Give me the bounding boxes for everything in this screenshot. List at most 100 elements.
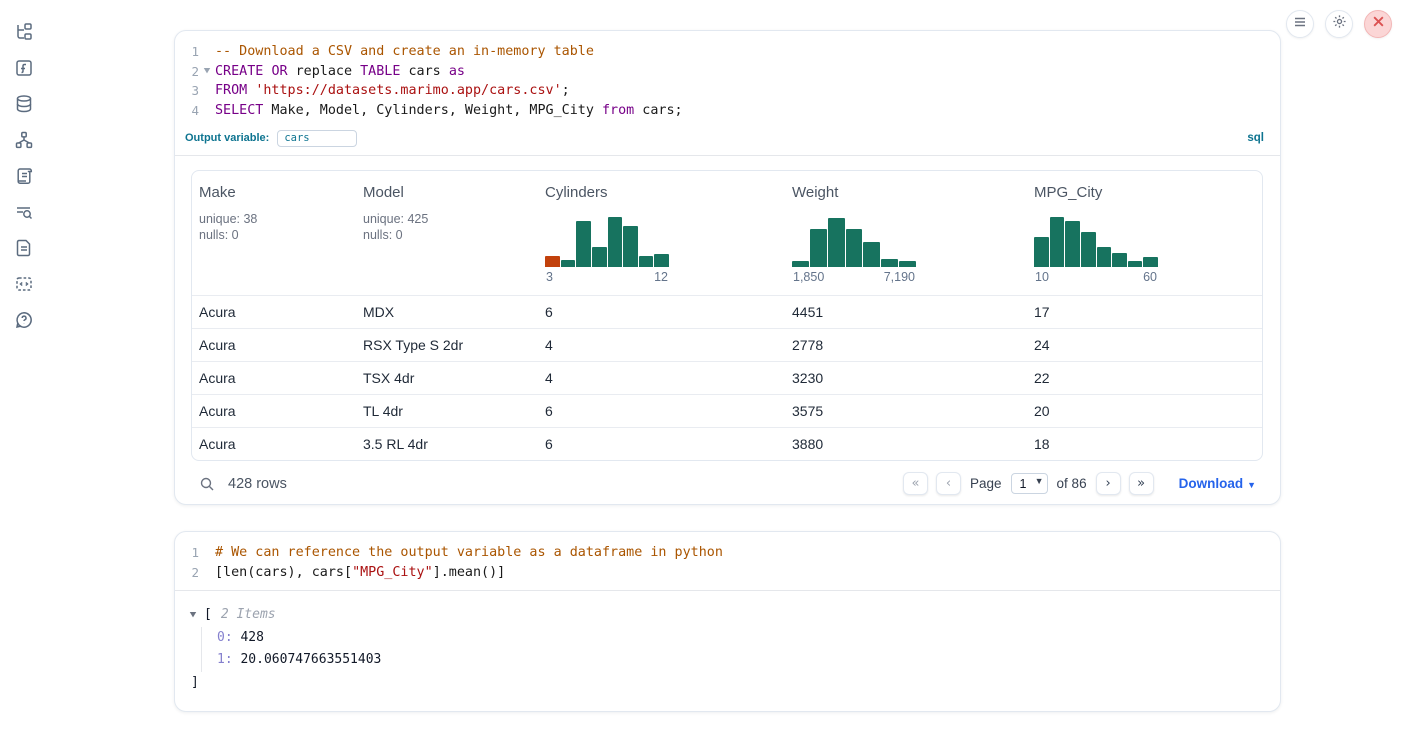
column-header-make[interactable]: Makeunique: 38nulls: 0: [192, 171, 356, 295]
column-label: Cylinders: [545, 184, 777, 201]
table-cell: 3230: [785, 370, 1027, 386]
code-text: [len(cars), cars["MPG_City"].mean()]: [215, 563, 505, 583]
table-cell: TSX 4dr: [356, 370, 538, 386]
histogram-bar[interactable]: [1097, 247, 1112, 267]
line-number: 3: [181, 81, 199, 101]
histogram-bar[interactable]: [881, 259, 898, 267]
histogram-bar[interactable]: [810, 229, 827, 267]
histogram-bar[interactable]: [1143, 257, 1158, 267]
pagination: « ‹ Page 1 ▼ of 86 › » Download ▼: [903, 472, 1256, 495]
code-line[interactable]: 3FROM 'https://datasets.marimo.app/cars.…: [181, 81, 1280, 101]
histogram-bar[interactable]: [1128, 261, 1143, 267]
code-line[interactable]: 2[len(cars), cars["MPG_City"].mean()]: [181, 563, 1280, 583]
histogram-bar[interactable]: [863, 242, 880, 267]
code-line[interactable]: 1-- Download a CSV and create an in-memo…: [181, 42, 1280, 62]
table-cell: 18: [1027, 436, 1262, 452]
table-cell: Acura: [192, 304, 356, 320]
code-text: -- Download a CSV and create an in-memor…: [215, 42, 594, 62]
page-total-label: of 86: [1057, 476, 1087, 491]
column-header-cylinders[interactable]: Cylinders 312: [538, 171, 785, 295]
histogram-bar[interactable]: [1081, 232, 1096, 267]
code-text: SELECT Make, Model, Cylinders, Weight, M…: [215, 101, 683, 121]
sql-code-editor[interactable]: 1-- Download a CSV and create an in-memo…: [175, 31, 1280, 129]
histogram-bar[interactable]: [899, 261, 916, 267]
sidebar-item-file-tree[interactable]: [13, 21, 35, 43]
table-cell: 6: [538, 436, 785, 452]
column-header-model[interactable]: Modelunique: 425nulls: 0: [356, 171, 538, 295]
histogram-axis-labels: 1,8507,190: [792, 270, 916, 284]
code-line[interactable]: 1# We can reference the output variable …: [181, 543, 1280, 563]
code-line[interactable]: 2▼CREATE OR replace TABLE cars as: [181, 62, 1280, 82]
table-search-icon[interactable]: [199, 476, 215, 492]
histogram-axis-labels: 312: [545, 270, 669, 284]
histogram-bar[interactable]: [639, 256, 654, 267]
sidebar-item-functions[interactable]: [13, 57, 35, 79]
column-header-weight[interactable]: Weight1,8507,190: [785, 171, 1027, 295]
histogram-bar[interactable]: [561, 260, 576, 267]
sidebar-item-snippets[interactable]: [13, 273, 35, 295]
next-page-button[interactable]: ›: [1096, 472, 1121, 495]
code-line[interactable]: 4SELECT Make, Model, Cylinders, Weight, …: [181, 101, 1280, 121]
search-list-icon: [14, 202, 34, 222]
page-select-wrap: 1 ▼: [1011, 473, 1048, 494]
table-cell: Acura: [192, 403, 356, 419]
histogram-bar[interactable]: [654, 254, 669, 267]
shutdown-button[interactable]: [1364, 10, 1392, 38]
column-header-mpg_city[interactable]: MPG_City1060: [1027, 171, 1262, 295]
item-value: 428: [233, 630, 264, 645]
first-page-button[interactable]: «: [903, 472, 928, 495]
histogram-bar[interactable]: [623, 226, 638, 267]
table-row[interactable]: Acura3.5 RL 4dr6388018: [192, 427, 1262, 460]
table-row[interactable]: AcuraTL 4dr6357520: [192, 394, 1262, 427]
column-histogram: 1060: [1034, 215, 1158, 284]
histogram-bar[interactable]: [792, 261, 809, 267]
sidebar-item-datasources[interactable]: [13, 93, 35, 115]
page-select[interactable]: 1: [1011, 473, 1048, 494]
previous-page-button[interactable]: ‹: [936, 472, 961, 495]
item-index: 1:: [217, 652, 233, 667]
fold-chevron-icon[interactable]: ▼: [197, 62, 216, 82]
histogram-bar[interactable]: [828, 218, 845, 267]
histogram-bar[interactable]: [1050, 217, 1065, 267]
menu-button[interactable]: [1286, 10, 1314, 38]
fold-gutter-spacer: [197, 101, 216, 121]
table-cell: Acura: [192, 370, 356, 386]
output-variable-input[interactable]: [277, 130, 357, 147]
download-button[interactable]: Download ▼: [1179, 476, 1256, 491]
histogram-bar[interactable]: [1112, 253, 1127, 267]
fold-gutter-spacer: [197, 42, 216, 62]
code-text: # We can reference the output variable a…: [215, 543, 723, 563]
table-cell: Acura: [192, 436, 356, 452]
axis-max-label: 60: [1143, 270, 1157, 284]
histogram-bar[interactable]: [846, 229, 863, 267]
python-code-editor[interactable]: 1# We can reference the output variable …: [175, 532, 1280, 590]
sidebar-item-dependency-graph[interactable]: [13, 129, 35, 151]
collapse-chevron-icon[interactable]: ▼: [190, 604, 206, 627]
histogram-bar[interactable]: [545, 256, 560, 267]
histogram-bar[interactable]: [608, 217, 623, 267]
table-row[interactable]: AcuraRSX Type S 2dr4277824: [192, 328, 1262, 361]
axis-max-label: 12: [654, 270, 668, 284]
helper-panel-sidebar: [0, 0, 48, 729]
item-index: 0:: [217, 630, 233, 645]
table-cell: TL 4dr: [356, 403, 538, 419]
histogram-bar[interactable]: [592, 247, 607, 267]
output-list-entries: 0: 4281: 20.060747663551403: [201, 627, 1264, 672]
histogram-bar[interactable]: [1065, 221, 1080, 267]
snippets-icon: [14, 274, 34, 294]
sidebar-item-documentation[interactable]: [13, 237, 35, 259]
histogram-bars: [1034, 215, 1158, 267]
histogram-bar[interactable]: [1034, 237, 1049, 267]
sql-cell-output: Makeunique: 38nulls: 0Modelunique: 425nu…: [175, 156, 1280, 507]
sidebar-item-search[interactable]: [13, 201, 35, 223]
sidebar-item-logs[interactable]: [13, 165, 35, 187]
table-row[interactable]: AcuraMDX6445117: [192, 295, 1262, 328]
sidebar-item-help[interactable]: [13, 309, 35, 331]
table-cell: 24: [1027, 337, 1262, 353]
histogram-bar[interactable]: [576, 221, 591, 267]
table-header-row: Makeunique: 38nulls: 0Modelunique: 425nu…: [192, 171, 1262, 295]
last-page-button[interactable]: »: [1129, 472, 1154, 495]
settings-button[interactable]: [1325, 10, 1353, 38]
table-row[interactable]: AcuraTSX 4dr4323022: [192, 361, 1262, 394]
language-badge[interactable]: sql: [1247, 132, 1264, 144]
